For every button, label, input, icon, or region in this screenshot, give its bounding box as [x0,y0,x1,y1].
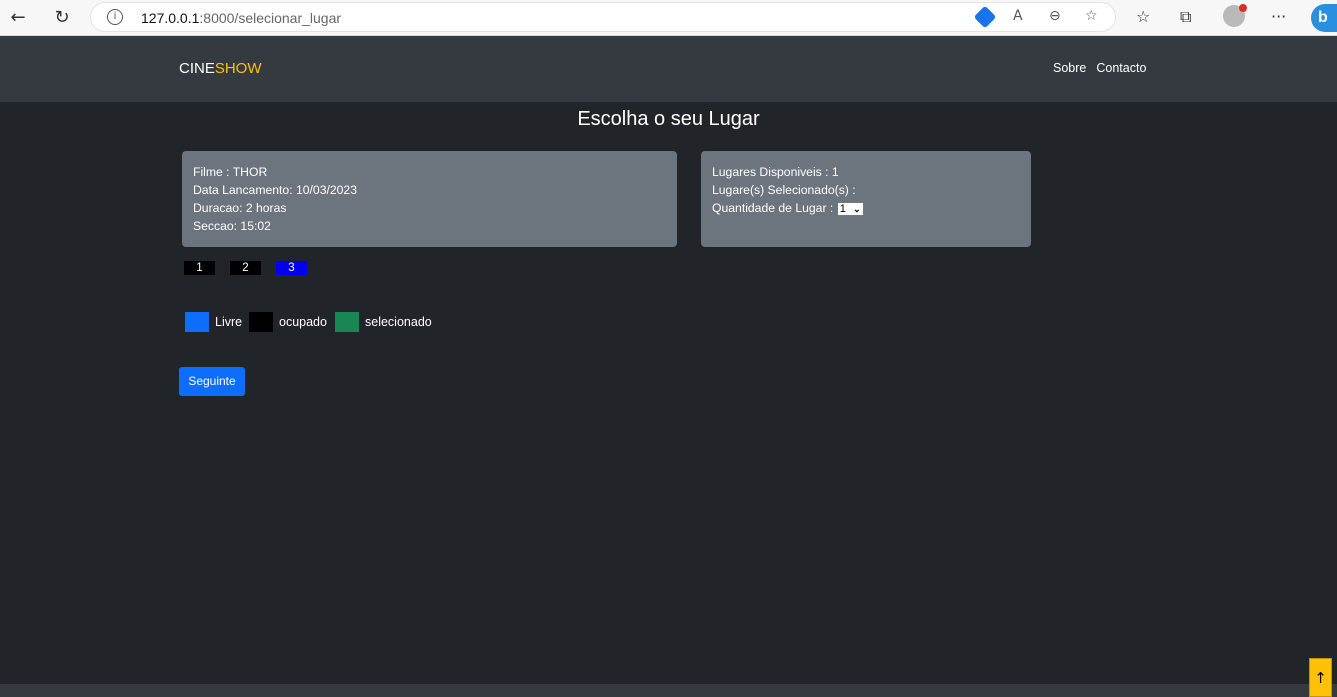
tag-icon[interactable] [973,5,997,29]
address-bar[interactable]: i 127.0.0.1:8000/selecionar_lugar A ⊖ ☆ [90,2,1116,32]
nav-link-contacto[interactable]: Contacto [1096,61,1146,75]
quantity-row: Quantidade de Lugar : 1 ⌄ [712,199,1020,217]
legend-selecionado-label: selecionado [365,315,432,329]
read-aloud-icon[interactable]: A [1013,8,1023,24]
release-date: Data Lancamento: 10/03/2023 [193,183,357,197]
movie-title: Filme : THOR [193,165,268,179]
session-time: Seccao: 15:02 [193,219,271,233]
legend-ocupado-label: ocupado [279,315,327,329]
add-favorite-icon[interactable]: ☆ [1085,8,1098,24]
page-title: Escolha o seu Lugar [577,108,760,130]
seat-2[interactable]: 2 [230,261,261,275]
refresh-icon[interactable]: ↻ [50,6,74,30]
zoom-icon[interactable]: ⊖ [1049,8,1061,24]
available-seats: Lugares Disponiveis : 1 [712,165,839,179]
info-icon[interactable]: i [107,9,123,25]
brand-logo[interactable]: CINESHOW [179,60,262,77]
next-button[interactable]: Seguinte [179,367,245,396]
seat-info-card: Lugares Disponiveis : 1 Lugare(s) Seleci… [701,151,1031,247]
chevron-down-icon: ⌄ [853,203,861,214]
footer [0,684,1337,697]
legend-livre-label: Livre [215,315,243,329]
legend-selecionado-swatch [335,312,359,332]
legend-ocupado-swatch [249,312,273,332]
site-navbar: CINESHOW Sobre Contacto [0,36,1337,102]
legend-livre-swatch [185,312,209,332]
profile-avatar[interactable] [1223,4,1247,27]
favorites-icon[interactable]: ☆ [1136,7,1150,26]
seat-1[interactable]: 1 [184,261,215,275]
notification-dot [1239,4,1247,12]
scroll-top-icon[interactable]: ↑ [1309,658,1332,697]
seat-3[interactable]: 3 [276,261,307,275]
nav-link-sobre[interactable]: Sobre [1053,61,1086,75]
selected-seats: Lugare(s) Selecionado(s) : [712,183,856,197]
quantity-label: Quantidade de Lugar : [712,201,834,215]
collections-icon[interactable]: ⧉ [1180,7,1191,27]
movie-info-card: Filme : THOR Data Lancamento: 10/03/2023… [182,151,677,247]
back-arrow-icon[interactable]: ← [6,6,30,30]
nav-links: Sobre Contacto [1053,61,1146,75]
browser-toolbar: ← ↻ i 127.0.0.1:8000/selecionar_lugar A … [0,0,1337,36]
more-icon[interactable]: ··· [1271,7,1286,26]
duration: Duracao: 2 horas [193,201,287,215]
quantity-select[interactable]: 1 ⌄ [836,201,864,216]
url-text[interactable]: 127.0.0.1:8000/selecionar_lugar [141,10,341,26]
bing-icon[interactable]: b [1311,4,1337,32]
